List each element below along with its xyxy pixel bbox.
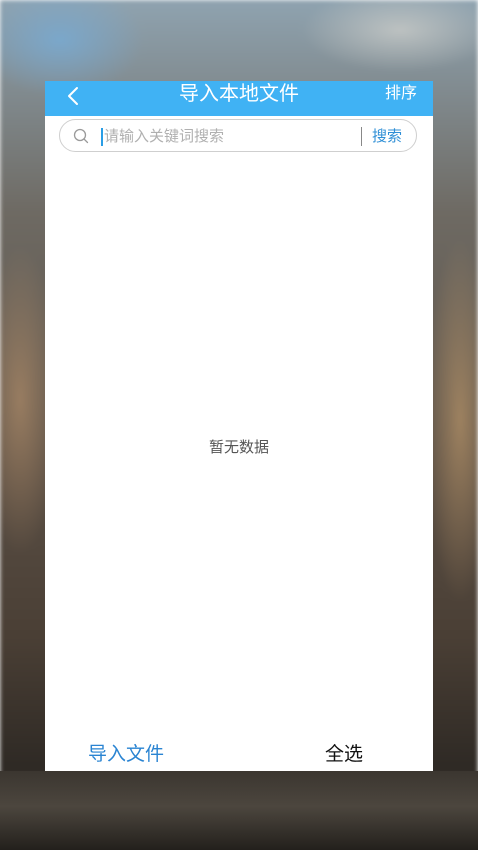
select-all-button[interactable]: 全选 xyxy=(325,741,363,767)
text-caret xyxy=(101,128,103,146)
import-local-files-dialog: 导入本地文件 排序 搜索 暂无数据 导入文件 全选 xyxy=(45,81,433,771)
blurred-background-bottom xyxy=(0,771,478,850)
search-bar: 搜索 xyxy=(59,119,417,152)
search-divider xyxy=(361,127,362,146)
search-input[interactable] xyxy=(104,124,354,148)
empty-state-message: 暂无数据 xyxy=(208,438,269,456)
footer-bar: 导入文件 全选 xyxy=(45,736,433,771)
search-button[interactable]: 搜索 xyxy=(372,125,402,147)
page-title: 导入本地文件 xyxy=(179,81,299,105)
sort-button[interactable]: 排序 xyxy=(385,82,417,104)
header-bar: 导入本地文件 排序 xyxy=(45,81,433,116)
search-icon xyxy=(73,128,89,144)
import-files-button[interactable]: 导入文件 xyxy=(88,741,164,767)
